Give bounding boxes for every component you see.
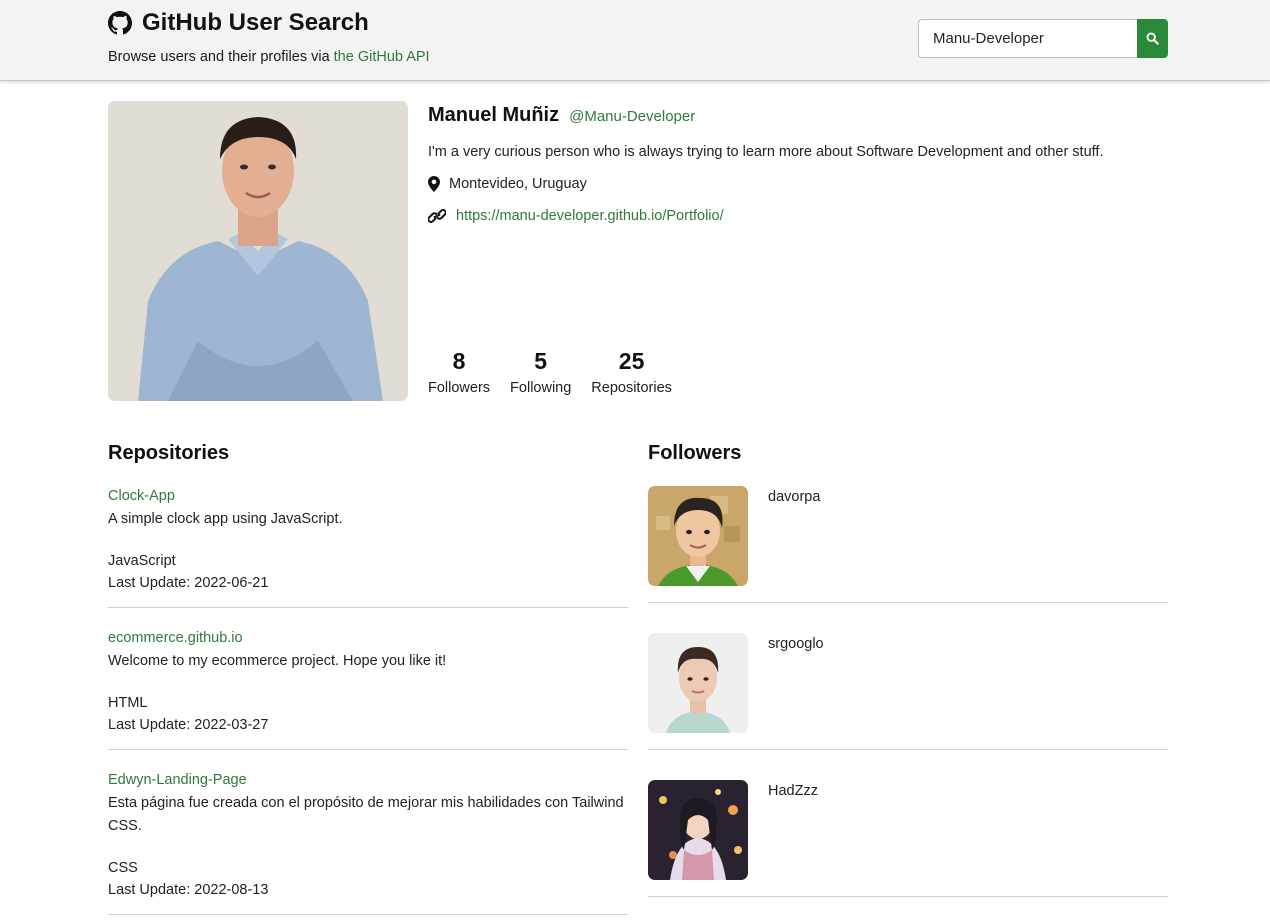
profile-stats: 8 Followers 5 Following 25 Repositories [428,347,672,396]
app-title: GitHub User Search [142,9,369,36]
repository-language: HTML [108,695,148,711]
repository-name-link[interactable]: Clock-App [108,486,628,507]
profile-location: Montevideo, Uruguay [428,176,587,192]
github-api-link[interactable]: the GitHub API [334,49,430,65]
repository-description: Esta página fue creada con el propósito … [108,795,624,834]
profile-bio: I'm a very curious person who is always … [428,144,1104,160]
stat-followers: 8 Followers [428,347,490,396]
profile-login-link[interactable]: @Manu-Developer [569,108,695,125]
follower-avatar[interactable] [648,780,748,880]
search-bar [918,19,1168,58]
follower-login[interactable]: srgooglo [768,636,824,749]
repository-item: Edwyn-Landing-Page Esta página fue cread… [108,770,628,915]
repository-item: Clock-App A simple clock app using JavaS… [108,486,628,608]
location-text: Montevideo, Uruguay [449,176,587,192]
follower-login[interactable]: davorpa [768,489,820,602]
blog-link[interactable]: https://manu-developer.github.io/Portfol… [456,208,724,224]
follower-avatar[interactable] [648,633,748,733]
repository-description: Welcome to my ecommerce project. Hope yo… [108,653,447,669]
stat-repositories: 25 Repositories [591,347,672,396]
link-icon [428,209,446,223]
follower-item[interactable]: srgooglo [648,633,1168,750]
profile-name: Manuel Muñiz [428,104,560,126]
repository-last-update: Last Update: 2022-06-21 [108,575,269,591]
repositories-title: Repositories [108,442,230,464]
profile-avatar [108,101,408,401]
repository-name-link[interactable]: ecommerce.github.io [108,628,628,649]
profile-blog: https://manu-developer.github.io/Portfol… [428,208,724,224]
repository-language: JavaScript [108,553,176,569]
stat-value: 25 [618,348,645,374]
stat-following: 5 Following [510,347,571,396]
github-icon [108,11,132,35]
app-header: GitHub User Search Browse users and thei… [0,0,1270,81]
profile-name-row: Manuel Muñiz @Manu-Developer [428,104,695,127]
followers-title: Followers [648,442,742,464]
repository-name-link[interactable]: Edwyn-Landing-Page [108,770,628,791]
search-input[interactable] [918,19,1137,58]
repository-description: A simple clock app using JavaScript. [108,511,343,527]
stat-value: 5 [534,348,548,374]
app-subtitle: Browse users and their profiles via the … [108,49,430,65]
follower-avatar[interactable] [648,486,748,586]
follower-list: davorpa srgooglo HadZzz [648,486,1168,924]
stat-label: Repositories [591,380,672,396]
search-icon [1146,32,1159,45]
follower-login[interactable]: HadZzz [768,783,818,896]
map-pin-icon [428,176,440,192]
stat-label: Following [510,380,572,396]
repository-language: CSS [108,860,138,876]
repository-list: Clock-App A simple clock app using JavaS… [108,486,628,924]
repository-last-update: Last Update: 2022-08-13 [108,882,269,898]
brand: GitHub User Search [108,9,369,37]
search-button[interactable] [1137,19,1168,58]
stat-value: 8 [452,348,466,374]
subtitle-text: Browse users and their profiles via [108,49,334,65]
follower-item[interactable]: HadZzz [648,780,1168,897]
repository-item: ecommerce.github.io Welcome to my ecomme… [108,628,628,750]
follower-item[interactable]: davorpa [648,486,1168,603]
repository-last-update: Last Update: 2022-03-27 [108,717,269,733]
stat-label: Followers [428,380,491,396]
